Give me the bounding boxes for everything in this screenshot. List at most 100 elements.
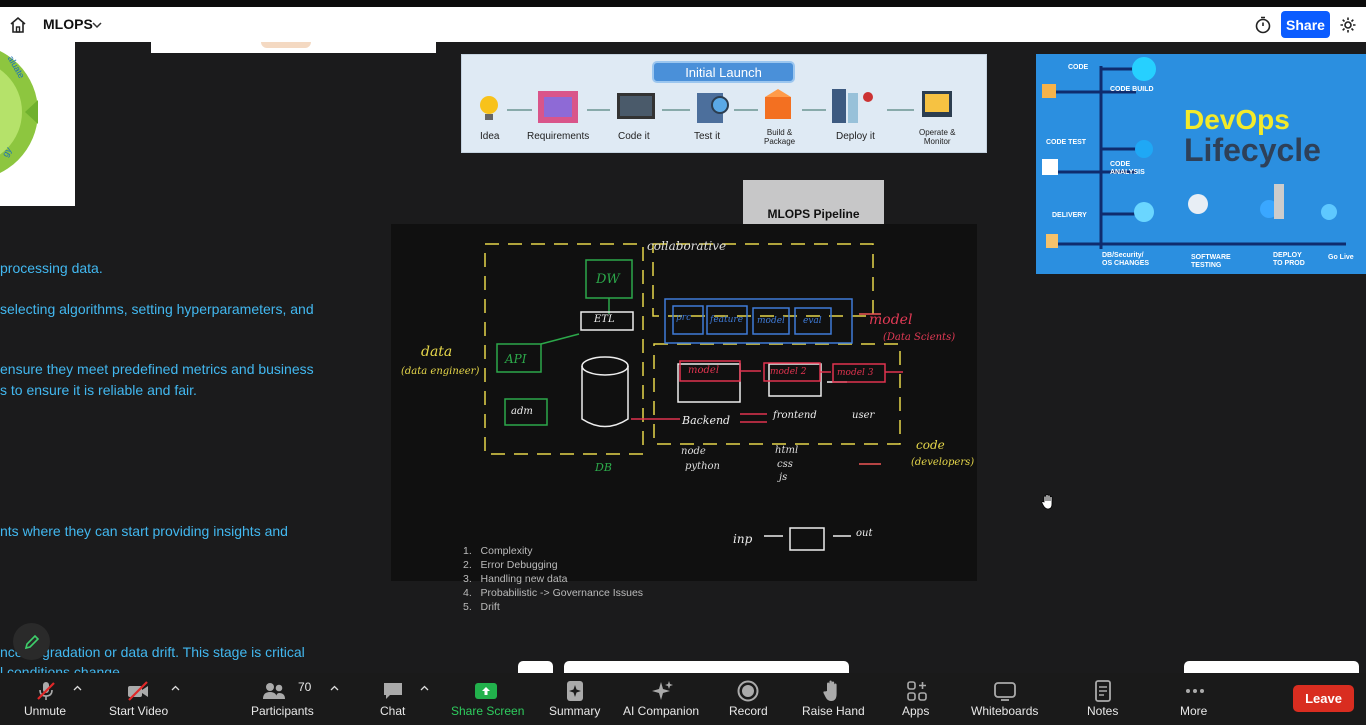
- microphone-muted-icon: [37, 682, 55, 700]
- devops-label: CODE: [1068, 64, 1089, 71]
- chevron-up-icon[interactable]: [330, 684, 339, 693]
- whiteboard-label: DW: [596, 272, 620, 287]
- whiteboard-label: data: [421, 344, 453, 360]
- hand-cursor-icon: [1041, 494, 1053, 510]
- summary-label: Summary: [549, 704, 601, 718]
- initial-launch-diagram: Initial Launch Idea Requirements Code it…: [461, 54, 987, 153]
- chevron-up-icon[interactable]: [73, 684, 82, 693]
- whiteboard-label: js: [779, 472, 788, 483]
- share-button[interactable]: Share: [1281, 11, 1330, 38]
- issue-list-item: 5. Drift: [463, 601, 500, 613]
- issue-list-item: 1. Complexity: [463, 545, 533, 557]
- record-button[interactable]: Record: [728, 673, 768, 725]
- devops-subtitle: Lifecycle: [1184, 132, 1321, 168]
- whiteboard-label: model: [757, 316, 785, 326]
- slide-text-line: ensure they meet predefined metrics and …: [0, 361, 314, 377]
- notes-label: Notes: [1087, 704, 1119, 718]
- thumbnail-strip-item[interactable]: [518, 661, 553, 673]
- timer-icon[interactable]: [1254, 16, 1272, 34]
- launch-step-code: Code it: [618, 131, 650, 142]
- thumbnail-strip-item[interactable]: [564, 661, 849, 673]
- share-screen-button[interactable]: Share Screen: [451, 673, 525, 725]
- top-strip: [0, 0, 1366, 7]
- slide-text-line: l conditions change: [0, 664, 120, 673]
- notes-icon: [1095, 680, 1111, 702]
- slide-text-line: processing data.: [0, 260, 103, 276]
- title-bar: MLOPS Share: [0, 7, 1366, 42]
- slide-text-line: s to ensure it is reliable and fair.: [0, 382, 197, 398]
- whiteboard-label: Backend: [682, 414, 731, 427]
- summary-icon: [567, 681, 583, 701]
- devops-lifecycle-diagram: DevOps Lifecycle CODE CODE BUILD CODE TE…: [1036, 54, 1366, 274]
- start-video-button[interactable]: Start Video: [108, 673, 168, 725]
- launch-step-operate: Operate & Monitor: [919, 128, 956, 146]
- video-off-icon: [128, 681, 148, 701]
- issue-list-item: 3. Handling new data: [463, 573, 568, 585]
- gear-icon[interactable]: [1339, 16, 1357, 34]
- more-label: More: [1180, 704, 1208, 718]
- raise-hand-button[interactable]: Raise Hand: [801, 673, 865, 725]
- share-screen-label: Share Screen: [451, 704, 525, 718]
- whiteboard-label: prc: [676, 313, 692, 323]
- launch-step-requirements: Requirements: [527, 131, 590, 142]
- whiteboard-label: user: [852, 410, 875, 421]
- whiteboard-label: html: [775, 445, 799, 456]
- annotate-button[interactable]: [13, 623, 50, 660]
- chat-icon: [384, 683, 402, 699]
- whiteboard-label: inp: [733, 532, 753, 546]
- devops-label: DELIVERY: [1052, 212, 1087, 219]
- launch-step-test: Test it: [694, 131, 721, 142]
- share-screen-icon: [475, 683, 497, 699]
- leave-button[interactable]: Leave: [1293, 685, 1354, 712]
- whiteboard-label: python: [685, 461, 720, 472]
- more-icon: [1186, 689, 1204, 693]
- whiteboard-label: out: [856, 528, 873, 539]
- whiteboard-label: adm: [511, 406, 533, 417]
- devops-label: CODE ANALYSIS: [1110, 161, 1145, 176]
- unmute-button[interactable]: Unmute: [20, 673, 72, 725]
- whiteboard-label: (developers): [911, 457, 975, 468]
- start-video-label: Start Video: [109, 704, 169, 718]
- issue-list-item: 4. Probabilistic -> Governance Issues: [463, 587, 644, 599]
- issue-list-item: 2. Error Debugging: [463, 559, 558, 571]
- devops-label: DEPLOY TO PROD: [1273, 252, 1305, 267]
- whiteboard-label: node: [681, 446, 706, 457]
- whiteboard-label: (data engineer): [401, 366, 480, 377]
- whiteboard-label: model: [869, 312, 913, 328]
- whiteboard-label: frontend: [773, 410, 817, 421]
- record-label: Record: [729, 704, 768, 718]
- whiteboard-label: collaborative: [647, 239, 727, 253]
- whiteboard-label: eval: [803, 316, 822, 326]
- lifecycle-diagram-card: aluate gy: [0, 42, 75, 206]
- chat-button[interactable]: Chat: [378, 673, 408, 725]
- launch-step-idea: Idea: [480, 131, 500, 142]
- home-icon[interactable]: [9, 16, 27, 34]
- devops-label: CODE TEST: [1046, 139, 1087, 146]
- whiteboard-sketch: [484, 243, 903, 551]
- whiteboard-icon: [994, 682, 1016, 701]
- whiteboard-label: (Data Scients): [883, 332, 956, 343]
- whiteboard-label: model: [688, 365, 720, 376]
- thumbnail-strip-item[interactable]: [1184, 661, 1359, 673]
- whiteboard-drawing: 1. Complexity 2. Error Debugging 3. Hand…: [391, 224, 977, 613]
- slide-thumbnail: [151, 42, 436, 53]
- chevron-up-icon[interactable]: [171, 684, 180, 693]
- notes-button[interactable]: Notes: [1086, 673, 1120, 725]
- apps-button[interactable]: Apps: [901, 673, 933, 725]
- sparkle-icon: [652, 681, 673, 700]
- devops-label: SOFTWARE TESTING: [1191, 254, 1231, 269]
- chevron-up-icon[interactable]: [420, 684, 429, 693]
- slide-text-line: selecting algorithms, setting hyperparam…: [0, 301, 314, 317]
- whiteboard-label: css: [777, 459, 793, 470]
- more-button[interactable]: More: [1179, 673, 1211, 725]
- record-icon: [737, 680, 759, 702]
- whiteboards-button[interactable]: Whiteboards: [970, 673, 1040, 725]
- pencil-icon: [24, 634, 39, 649]
- meeting-title[interactable]: MLOPS: [43, 16, 93, 32]
- ai-companion-button[interactable]: AI Companion: [622, 673, 702, 725]
- chevron-down-icon[interactable]: [91, 19, 103, 31]
- launch-step-deploy: Deploy it: [836, 131, 875, 142]
- summary-button[interactable]: Summary: [548, 673, 602, 725]
- participants-icon: [263, 683, 285, 699]
- raise-hand-icon: [823, 680, 837, 701]
